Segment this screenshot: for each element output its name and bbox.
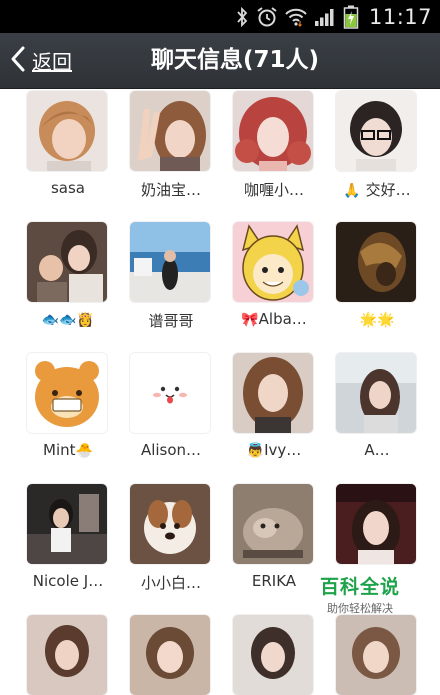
avatar bbox=[336, 353, 416, 433]
member-name: 🙏 交好… bbox=[343, 181, 411, 199]
chevron-left-icon bbox=[10, 45, 26, 77]
avatar bbox=[233, 222, 313, 302]
avatar bbox=[27, 222, 107, 302]
avatar bbox=[233, 353, 313, 433]
avatar bbox=[336, 222, 416, 302]
avatar bbox=[27, 91, 107, 171]
member-name: Alison… bbox=[140, 441, 202, 459]
title-bar: 返回 聊天信息(71人) bbox=[0, 33, 440, 89]
member-name: 咖喱小… bbox=[243, 181, 304, 199]
member-name: 🎀Alba… bbox=[241, 310, 307, 328]
avatar bbox=[130, 91, 210, 171]
avatar bbox=[233, 91, 313, 171]
avatar bbox=[130, 222, 210, 302]
wifi-icon bbox=[285, 7, 307, 27]
avatar bbox=[27, 615, 107, 695]
member-name: 奶油宝… bbox=[140, 181, 201, 199]
avatar bbox=[27, 353, 107, 433]
member-name: 小小白… bbox=[140, 574, 201, 592]
avatar bbox=[130, 484, 210, 564]
member-name: ERIKA bbox=[251, 572, 297, 590]
alarm-icon bbox=[256, 6, 278, 28]
member-name: Nicole J… bbox=[32, 572, 104, 590]
member-name: 🌟🌟 bbox=[359, 312, 395, 328]
member-name: A… bbox=[364, 441, 390, 459]
battery-charging-icon bbox=[343, 5, 359, 29]
status-bar: 11:17 bbox=[0, 0, 440, 33]
avatar bbox=[336, 91, 416, 171]
status-icons: 11:17 bbox=[235, 0, 432, 33]
avatar bbox=[233, 484, 313, 564]
avatar bbox=[336, 484, 416, 564]
watermark-subtitle: 助你轻松解决 bbox=[326, 602, 393, 615]
avatar bbox=[233, 615, 313, 695]
back-button[interactable]: 返回 bbox=[10, 33, 72, 88]
member-name: 🐟🐟👸 bbox=[41, 312, 95, 328]
avatar bbox=[27, 484, 107, 564]
member-name: Mint🐣 bbox=[43, 441, 93, 459]
signal-icon bbox=[314, 7, 336, 27]
page-title: 聊天信息(71人) bbox=[150, 47, 320, 73]
back-label: 返回 bbox=[32, 50, 72, 74]
member-name: 👼Ivy… bbox=[246, 441, 302, 459]
member-name: sasa bbox=[50, 179, 85, 197]
bluetooth-icon bbox=[235, 6, 249, 27]
avatar bbox=[130, 353, 210, 433]
avatar bbox=[336, 615, 416, 695]
member-name bbox=[325, 572, 429, 590]
member-name: 谱哥哥 bbox=[148, 312, 194, 330]
avatar bbox=[130, 615, 210, 695]
clock: 11:17 bbox=[368, 4, 432, 29]
